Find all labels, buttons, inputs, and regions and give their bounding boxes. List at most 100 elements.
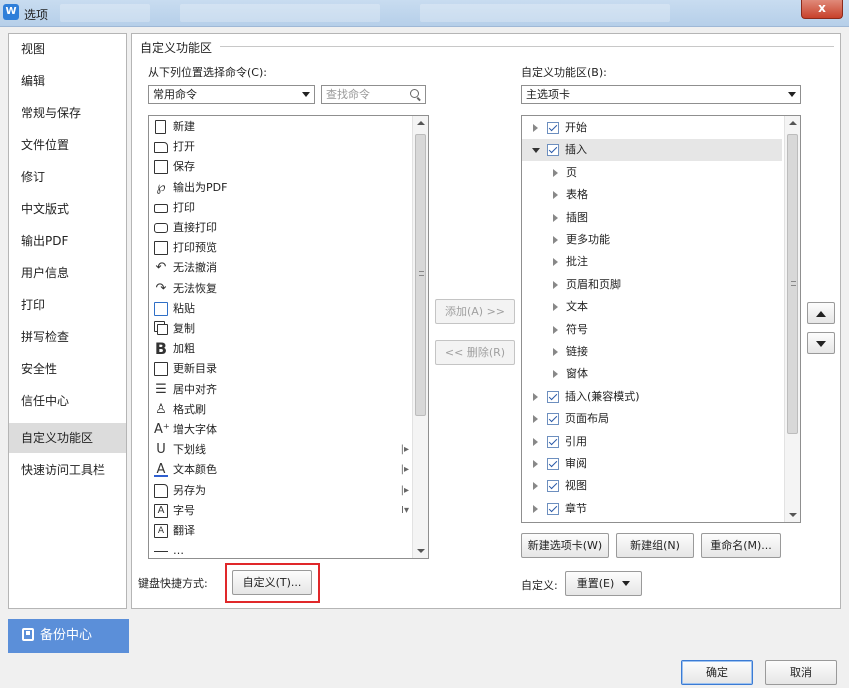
command-item[interactable]: A 文本颜色 |▸ — [149, 460, 413, 480]
command-item[interactable]: ☰ 居中对齐 — [149, 380, 413, 400]
checkbox-checked-icon[interactable] — [547, 458, 559, 470]
ribbon-tab-item[interactable]: 插入 — [522, 139, 782, 162]
ribbon-tab-item[interactable]: 审阅 — [522, 453, 784, 475]
ribbon-group-item[interactable]: 批注 — [522, 251, 784, 273]
customize-shortcut-button[interactable]: 自定义(T)... — [232, 570, 312, 595]
command-item[interactable]: ↶ 无法撤消 — [149, 258, 413, 278]
rename-button[interactable]: 重命名(M)... — [701, 533, 781, 558]
collapsed-arrow-icon[interactable] — [553, 213, 558, 222]
checkbox-checked-icon[interactable] — [547, 435, 559, 448]
collapsed-arrow-icon[interactable] — [553, 348, 558, 356]
move-up-button[interactable] — [807, 302, 835, 324]
checkbox-checked-icon[interactable] — [547, 502, 559, 515]
command-item[interactable]: 复制 — [149, 319, 413, 339]
ribbon-tab-item[interactable]: 引用 — [522, 431, 784, 453]
collapsed-arrow-icon[interactable] — [533, 437, 538, 446]
ribbon-group-item[interactable]: 符号 — [522, 319, 784, 341]
sidebar-item[interactable]: 常规与保存 — [9, 98, 126, 128]
collapsed-arrow-icon[interactable] — [533, 460, 538, 468]
collapsed-arrow-icon[interactable] — [553, 168, 558, 177]
collapsed-arrow-icon[interactable] — [533, 392, 538, 401]
sidebar-item[interactable]: 打印 — [9, 290, 126, 320]
expanded-arrow-icon[interactable] — [532, 148, 540, 154]
command-list-scrollbar[interactable] — [412, 116, 428, 558]
ribbon-tab-item[interactable]: 插入(兼容模式) — [522, 386, 784, 408]
sidebar-item[interactable]: 用户信息 — [9, 258, 126, 288]
ribbon-tree[interactable]: 章节 视图 审阅 引用 页面布局 插入(兼容模式) 窗体 链接 符号 文本 页眉和页脚 批注 更多功能 插… — [521, 115, 801, 523]
scroll-up-icon[interactable] — [417, 121, 425, 125]
sidebar-item[interactable]: 安全性 — [9, 354, 126, 384]
sidebar-item[interactable]: 文件位置 — [9, 130, 126, 160]
collapsed-arrow-icon[interactable] — [553, 280, 558, 289]
checkbox-checked-icon[interactable] — [547, 480, 559, 493]
command-item[interactable]: U 下划线 |▸ — [149, 440, 413, 460]
command-list[interactable]: … A 翻译 A 字号 I▾ 另存为 |▸ A 文本颜色 |▸ U 下划线 |▸ A⁺ 增大字体 ♙ 格式刷 ☰ 居中… — [148, 115, 429, 559]
command-item[interactable]: 粘贴 — [149, 299, 413, 319]
sidebar-item[interactable]: 自定义功能区 — [9, 423, 126, 453]
ribbon-tab-item[interactable]: 页面布局 — [522, 408, 784, 430]
sidebar-item[interactable]: 修订 — [9, 162, 126, 192]
command-source-select[interactable]: 常用命令 — [148, 85, 315, 104]
ribbon-group-item[interactable]: 更多功能 — [522, 229, 784, 251]
sidebar-item[interactable]: 信任中心 — [9, 386, 126, 416]
collapsed-arrow-icon[interactable] — [553, 325, 558, 334]
ribbon-tree-scrollbar[interactable] — [784, 116, 800, 522]
scroll-up-icon[interactable] — [789, 121, 797, 125]
command-item[interactable]: A 翻译 — [149, 521, 413, 541]
command-item[interactable]: ℘ 输出为PDF — [149, 178, 413, 198]
ok-button[interactable]: 确定 — [681, 660, 753, 685]
collapsed-arrow-icon[interactable] — [553, 191, 558, 200]
new-group-button[interactable]: 新建组(N) — [616, 533, 694, 558]
command-item[interactable]: 更新目录 — [149, 359, 413, 379]
add-command-button[interactable]: 添加(A) >> — [435, 299, 515, 324]
scroll-down-icon[interactable] — [417, 549, 425, 553]
reset-button[interactable]: 重置(E) — [565, 571, 642, 596]
command-item[interactable]: ♙ 格式刷 — [149, 400, 413, 420]
command-item[interactable]: B 加粗 — [149, 339, 413, 359]
checkbox-checked-icon[interactable] — [547, 390, 559, 403]
ribbon-tab-item[interactable]: 开始 — [522, 117, 784, 139]
collapsed-arrow-icon[interactable] — [533, 504, 538, 513]
sidebar-item[interactable]: 中文版式 — [9, 194, 126, 224]
collapsed-arrow-icon[interactable] — [553, 370, 558, 379]
command-item[interactable]: A 字号 I▾ — [149, 501, 413, 521]
ribbon-group-item[interactable]: 窗体 — [522, 363, 784, 385]
command-item[interactable]: 保存 — [149, 157, 413, 177]
command-item[interactable]: 打印 — [149, 198, 413, 218]
ribbon-tab-item[interactable]: 章节 — [522, 498, 784, 520]
remove-command-button[interactable]: << 删除(R) — [435, 340, 515, 365]
ribbon-tabs-select[interactable]: 主选项卡 — [521, 85, 801, 104]
sidebar-item[interactable]: 输出PDF — [9, 226, 126, 256]
new-tab-button[interactable]: 新建选项卡(W) — [521, 533, 609, 558]
collapsed-arrow-icon[interactable] — [533, 124, 538, 132]
ribbon-group-item[interactable]: 表格 — [522, 184, 784, 206]
scroll-thumb[interactable] — [415, 134, 426, 416]
checkbox-checked-icon[interactable] — [547, 413, 559, 426]
close-button[interactable]: x — [801, 0, 843, 19]
command-search-input[interactable]: 查找命令 — [321, 85, 426, 104]
command-item[interactable]: A⁺ 增大字体 — [149, 420, 413, 440]
move-down-button[interactable] — [807, 332, 835, 354]
command-item[interactable]: 打印预览 — [149, 238, 413, 258]
collapsed-arrow-icon[interactable] — [553, 303, 558, 312]
checkbox-checked-icon[interactable] — [547, 144, 559, 157]
collapsed-arrow-icon[interactable] — [533, 482, 538, 491]
sidebar-item[interactable]: 编辑 — [9, 66, 126, 96]
ribbon-group-item[interactable]: 页 — [522, 162, 784, 184]
command-item[interactable]: 新建 — [149, 117, 413, 137]
cancel-button[interactable]: 取消 — [765, 660, 837, 685]
ribbon-group-item[interactable]: 页眉和页脚 — [522, 274, 784, 296]
collapsed-arrow-icon[interactable] — [553, 236, 558, 244]
command-item[interactable]: … — [149, 541, 413, 558]
scroll-thumb[interactable] — [787, 134, 798, 434]
command-item[interactable]: 打开 — [149, 137, 413, 157]
sidebar-item[interactable]: 视图 — [9, 34, 126, 64]
command-item[interactable]: ↷ 无法恢复 — [149, 279, 413, 299]
checkbox-checked-icon[interactable] — [547, 122, 559, 134]
collapsed-arrow-icon[interactable] — [533, 415, 538, 424]
command-item[interactable]: 另存为 |▸ — [149, 481, 413, 501]
ribbon-group-item[interactable]: 链接 — [522, 341, 784, 363]
backup-center-button[interactable]: 备份中心 — [8, 619, 129, 653]
ribbon-group-item[interactable]: 文本 — [522, 296, 784, 318]
ribbon-group-item[interactable]: 插图 — [522, 207, 784, 229]
